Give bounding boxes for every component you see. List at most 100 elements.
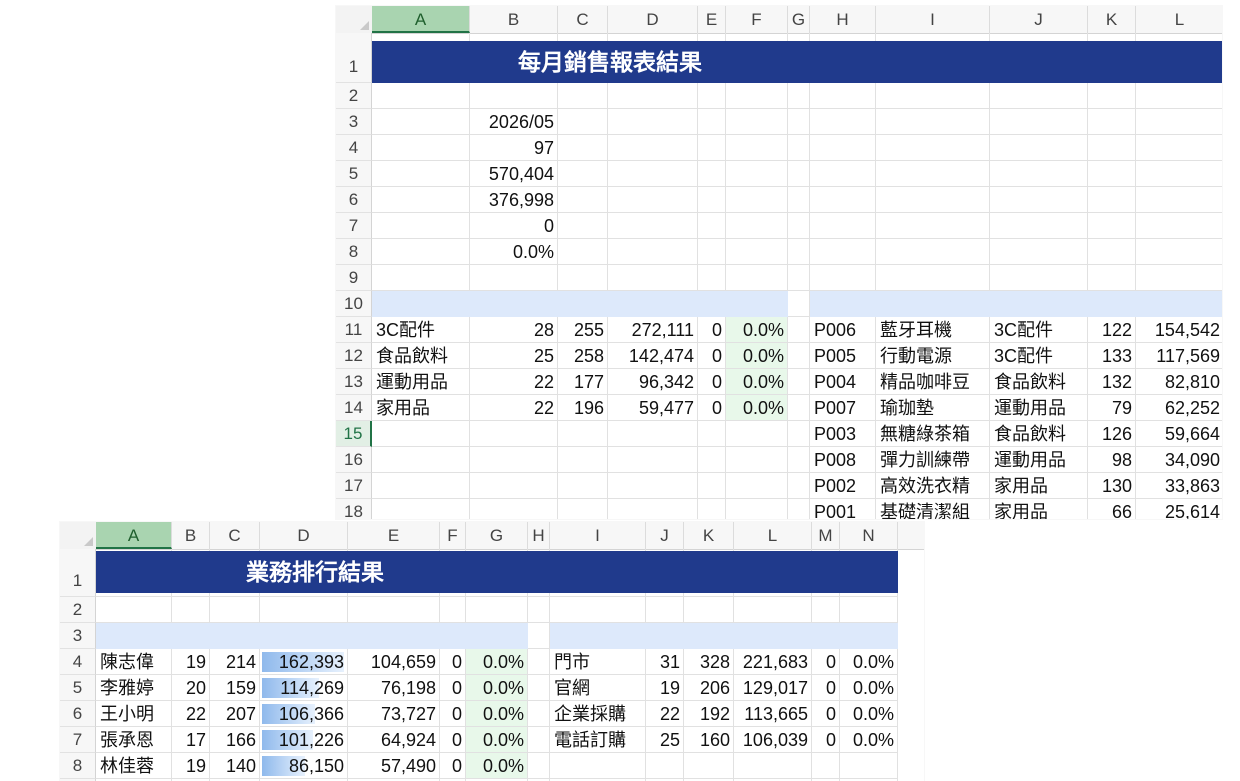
- row-header-3[interactable]: 3: [336, 109, 372, 135]
- product-cell[interactable]: 98: [1088, 447, 1136, 473]
- row-header-2[interactable]: 2: [336, 83, 372, 109]
- product-cell[interactable]: P008: [810, 447, 876, 473]
- row-header-1[interactable]: 1: [336, 33, 372, 83]
- channel-cell[interactable]: 22: [646, 701, 684, 727]
- column-header-B[interactable]: B: [470, 6, 558, 33]
- sales-cell[interactable]: 0.0%: [466, 753, 528, 779]
- channel-cell[interactable]: 電話訂購: [550, 727, 646, 753]
- column-header-H[interactable]: H: [810, 6, 876, 33]
- row-header-17[interactable]: 17: [336, 473, 372, 499]
- sales-cell[interactable]: 林佳蓉: [96, 753, 172, 779]
- product-cell[interactable]: 132: [1088, 369, 1136, 395]
- product-cell[interactable]: P007: [810, 395, 876, 421]
- column-header-H[interactable]: H: [528, 522, 550, 549]
- row-header-4[interactable]: 4: [336, 135, 372, 161]
- channel-cell[interactable]: 106,039: [734, 727, 812, 753]
- sales-cell[interactable]: 64,924: [348, 727, 440, 753]
- row-header-14[interactable]: 14: [336, 395, 372, 421]
- category-cell[interactable]: 28: [470, 317, 558, 343]
- product-cell[interactable]: 62,252: [1136, 395, 1222, 421]
- product-cell[interactable]: 彈力訓練帶: [876, 447, 990, 473]
- sales-cell[interactable]: 22: [172, 701, 210, 727]
- sales-cell[interactable]: 0.0%: [466, 701, 528, 727]
- row-header-13[interactable]: 13: [336, 369, 372, 395]
- channel-cell[interactable]: 113,665: [734, 701, 812, 727]
- product-cell[interactable]: 食品飲料: [990, 369, 1088, 395]
- category-cell[interactable]: 96,342: [608, 369, 698, 395]
- sales-cell[interactable]: 0: [440, 649, 466, 675]
- channel-cell[interactable]: 0.0%: [840, 701, 898, 727]
- product-cell[interactable]: 79: [1088, 395, 1136, 421]
- product-cell[interactable]: 家用品: [990, 473, 1088, 499]
- row-header-2[interactable]: 2: [60, 597, 96, 623]
- product-cell[interactable]: 無糖綠茶箱: [876, 421, 990, 447]
- channel-cell[interactable]: 206: [684, 675, 734, 701]
- sales-cell[interactable]: 王小明: [96, 701, 172, 727]
- row-header-6[interactable]: 6: [60, 701, 96, 727]
- category-cell[interactable]: 0.0%: [726, 395, 788, 421]
- channel-cell[interactable]: 0: [812, 701, 840, 727]
- category-cell[interactable]: 59,477: [608, 395, 698, 421]
- category-cell[interactable]: 272,111: [608, 317, 698, 343]
- product-cell[interactable]: 運動用品: [990, 395, 1088, 421]
- summary-value[interactable]: 570,404: [470, 161, 558, 187]
- column-header-I[interactable]: I: [876, 6, 990, 33]
- column-header-L[interactable]: L: [734, 522, 812, 549]
- sales-cell[interactable]: 106,366: [260, 701, 348, 727]
- channel-cell[interactable]: 0.0%: [840, 649, 898, 675]
- column-header-J[interactable]: J: [646, 522, 684, 549]
- column-header-N[interactable]: N: [840, 522, 898, 549]
- category-cell[interactable]: 0.0%: [726, 369, 788, 395]
- row-header-12[interactable]: 12: [336, 343, 372, 369]
- product-cell[interactable]: 154,542: [1136, 317, 1222, 343]
- column-header-D[interactable]: D: [608, 6, 698, 33]
- sales-cell[interactable]: 17: [172, 727, 210, 753]
- row-header-7[interactable]: 7: [336, 213, 372, 239]
- column-header-E[interactable]: E: [348, 522, 440, 549]
- category-cell[interactable]: 22: [470, 369, 558, 395]
- channel-cell[interactable]: 門市: [550, 649, 646, 675]
- channel-cell[interactable]: 0.0%: [840, 675, 898, 701]
- column-header-F[interactable]: F: [726, 6, 788, 33]
- sales-cell[interactable]: 0: [440, 675, 466, 701]
- sales-cell[interactable]: 207: [210, 701, 260, 727]
- sales-cell[interactable]: 166: [210, 727, 260, 753]
- product-cell[interactable]: 食品飲料: [990, 421, 1088, 447]
- column-header-K[interactable]: K: [684, 522, 734, 549]
- column-header-C[interactable]: C: [558, 6, 608, 33]
- category-cell[interactable]: 177: [558, 369, 608, 395]
- product-cell[interactable]: 基礎清潔組: [876, 499, 990, 519]
- category-cell[interactable]: 255: [558, 317, 608, 343]
- channel-cell[interactable]: 0: [812, 649, 840, 675]
- channel-cell[interactable]: 192: [684, 701, 734, 727]
- channel-cell[interactable]: 0: [812, 727, 840, 753]
- product-cell[interactable]: 25,614: [1136, 499, 1222, 519]
- product-cell[interactable]: 家用品: [990, 499, 1088, 519]
- channel-cell[interactable]: 221,683: [734, 649, 812, 675]
- product-cell[interactable]: 精品咖啡豆: [876, 369, 990, 395]
- sales-cell[interactable]: 86,150: [260, 753, 348, 779]
- column-header-C[interactable]: C: [210, 522, 260, 549]
- product-cell[interactable]: 126: [1088, 421, 1136, 447]
- row-header-16[interactable]: 16: [336, 447, 372, 473]
- category-cell[interactable]: 25: [470, 343, 558, 369]
- sales-cell[interactable]: 張承恩: [96, 727, 172, 753]
- channel-cell[interactable]: 328: [684, 649, 734, 675]
- sales-cell[interactable]: 101,226: [260, 727, 348, 753]
- sales-cell[interactable]: 0.0%: [466, 727, 528, 753]
- category-cell[interactable]: 258: [558, 343, 608, 369]
- category-cell[interactable]: 0.0%: [726, 317, 788, 343]
- row-header-11[interactable]: 11: [336, 317, 372, 343]
- sales-cell[interactable]: 陳志偉: [96, 649, 172, 675]
- sales-cell[interactable]: 73,727: [348, 701, 440, 727]
- sales-cell[interactable]: 114,269: [260, 675, 348, 701]
- product-cell[interactable]: 運動用品: [990, 447, 1088, 473]
- summary-value[interactable]: 0: [470, 213, 558, 239]
- sales-cell[interactable]: 159: [210, 675, 260, 701]
- product-cell[interactable]: 藍牙耳機: [876, 317, 990, 343]
- sales-cell[interactable]: 0.0%: [466, 675, 528, 701]
- category-cell[interactable]: 196: [558, 395, 608, 421]
- category-cell[interactable]: 0: [698, 317, 726, 343]
- sales-cell[interactable]: 19: [172, 649, 210, 675]
- row-header-4[interactable]: 4: [60, 649, 96, 675]
